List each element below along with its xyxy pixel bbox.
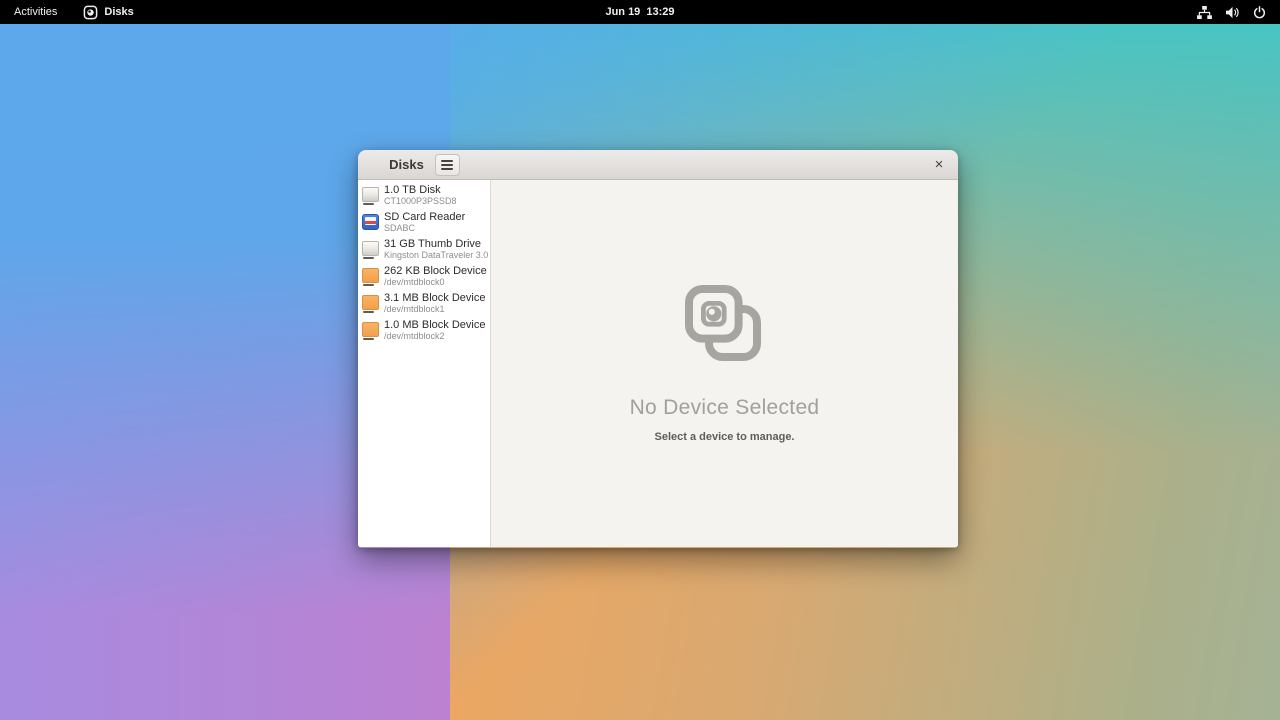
device-list-item[interactable]: 1.0 TB Disk CT1000P3PSSD8: [358, 182, 490, 209]
device-list-item[interactable]: SD Card Reader SDABC: [358, 209, 490, 236]
device-title: 1.0 MB Block Device: [384, 319, 485, 331]
disks-large-icon: [685, 285, 765, 370]
window-titlebar[interactable]: Disks ×: [358, 150, 958, 180]
device-list-item[interactable]: 262 KB Block Device /dev/mtdblock0: [358, 263, 490, 290]
harddisk-icon: [362, 187, 379, 202]
top-bar-left: Activities Disks: [0, 5, 134, 20]
device-list: 1.0 TB Disk CT1000P3PSSD8 SD Card Reader…: [358, 180, 491, 547]
clock[interactable]: Jun 19 13:29: [605, 6, 674, 18]
device-title: 3.1 MB Block Device: [384, 292, 485, 304]
device-list-item[interactable]: 1.0 MB Block Device /dev/mtdblock2: [358, 317, 490, 344]
empty-state-subtitle: Select a device to manage.: [654, 431, 794, 443]
device-title: 262 KB Block Device: [384, 265, 487, 277]
device-subtitle: CT1000P3PSSD8: [384, 196, 457, 207]
hamburger-menu-icon: [441, 160, 453, 162]
disks-window: Disks × 1.0 TB Disk CT1000P3PSSD8 SD Car…: [358, 150, 958, 548]
blockdevice-icon: [362, 295, 379, 310]
blockdevice-icon: [362, 322, 379, 337]
thumbdrive-icon: [362, 241, 379, 256]
device-subtitle: /dev/mtdblock1: [384, 304, 485, 315]
network-icon[interactable]: [1197, 6, 1212, 19]
focused-app-label: Disks: [104, 6, 133, 18]
activities-button[interactable]: Activities: [14, 6, 57, 18]
device-title: 31 GB Thumb Drive: [384, 238, 488, 250]
device-title: 1.0 TB Disk: [384, 184, 457, 196]
gnome-top-bar: Activities Disks Jun 19 13:29: [0, 0, 1280, 24]
volume-icon[interactable]: [1225, 6, 1240, 19]
disks-app-icon: [83, 5, 98, 20]
focused-app-button[interactable]: Disks: [83, 5, 133, 20]
blockdevice-icon: [362, 268, 379, 283]
device-list-item[interactable]: 3.1 MB Block Device /dev/mtdblock1: [358, 290, 490, 317]
titlebar-left-section: Disks: [358, 154, 491, 176]
desktop: Activities Disks Jun 19 13:29: [0, 0, 1280, 720]
device-list-item[interactable]: 31 GB Thumb Drive Kingston DataTraveler …: [358, 236, 490, 263]
system-status-area[interactable]: [1197, 6, 1280, 19]
device-subtitle: Kingston DataTraveler 3.0: [384, 250, 488, 261]
window-close-button[interactable]: ×: [926, 150, 952, 179]
window-body: 1.0 TB Disk CT1000P3PSSD8 SD Card Reader…: [358, 180, 958, 547]
device-subtitle: /dev/mtdblock0: [384, 277, 487, 288]
device-subtitle: SDABC: [384, 223, 465, 234]
sdcard-icon: [362, 214, 379, 230]
device-title: SD Card Reader: [384, 211, 465, 223]
hamburger-menu-button[interactable]: [435, 154, 460, 176]
device-subtitle: /dev/mtdblock2: [384, 331, 485, 342]
empty-state-panel: No Device Selected Select a device to ma…: [491, 180, 958, 547]
window-title: Disks: [389, 157, 424, 172]
power-icon[interactable]: [1253, 6, 1266, 19]
empty-state-title: No Device Selected: [630, 396, 820, 420]
